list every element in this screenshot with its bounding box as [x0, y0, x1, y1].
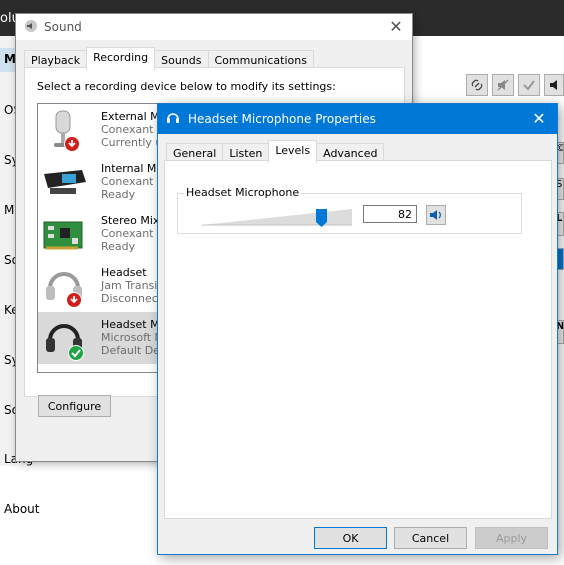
device-driver: Conexant I — [101, 123, 161, 136]
sound-card-icon — [42, 212, 88, 258]
level-value-input[interactable]: 82 — [363, 205, 417, 223]
sound-title: Sound — [44, 20, 82, 34]
level-group: Headset Microphone 82 — [177, 186, 522, 234]
mute-icon[interactable] — [492, 74, 514, 96]
speaker-icon[interactable] — [544, 74, 564, 96]
level-slider-thumb[interactable] — [316, 209, 327, 227]
device-driver: Jam Transit — [101, 279, 162, 292]
device-status: Currently u — [101, 136, 163, 149]
ok-button[interactable]: OK — [314, 527, 387, 549]
properties-titlebar[interactable]: Headset Microphone Properties ✕ — [158, 104, 557, 134]
close-icon[interactable]: ✕ — [529, 109, 549, 128]
device-name: Internal Mi — [101, 162, 160, 175]
tab-levels[interactable]: Levels — [268, 140, 318, 163]
link-icon[interactable] — [466, 74, 488, 96]
speaker-icon[interactable] — [426, 205, 446, 225]
device-status: Ready — [101, 240, 136, 253]
device-name: Headset — [101, 266, 147, 279]
device-driver: Conexant I — [101, 175, 161, 188]
device-status: Disconnect — [101, 292, 163, 305]
sound-titlebar[interactable]: Sound ✕ — [16, 14, 412, 40]
device-name: Headset M — [101, 318, 160, 331]
level-group-label: Headset Microphone — [184, 186, 302, 199]
levels-panel: Headset Microphone 82 — [164, 160, 552, 519]
level-slider[interactable] — [202, 208, 352, 227]
check-icon[interactable] — [518, 74, 540, 96]
headset-disconnected-icon — [42, 264, 88, 310]
device-status: Default De — [101, 344, 160, 357]
external-mic-icon — [42, 108, 88, 154]
configure-button[interactable]: Configure — [38, 395, 111, 417]
device-name: External M — [101, 110, 160, 123]
device-name: Stereo Mix — [101, 214, 160, 227]
settings-nav-about[interactable]: About — [4, 502, 39, 516]
settings-sidebar — [0, 36, 16, 466]
close-icon[interactable]: ✕ — [386, 17, 406, 37]
apply-button[interactable]: Apply — [475, 527, 548, 549]
headset-default-icon — [42, 316, 88, 362]
headset-title-icon — [166, 111, 180, 128]
cancel-button[interactable]: Cancel — [394, 527, 467, 549]
device-driver: Conexant I — [101, 227, 161, 240]
device-driver: Microsoft M — [101, 331, 165, 344]
device-status: Ready — [101, 188, 136, 201]
recording-instruction: Select a recording device below to modif… — [37, 80, 336, 93]
webcam-mic-icon — [42, 160, 88, 206]
level-slider-track — [202, 209, 352, 226]
tab-recording[interactable]: Recording — [86, 47, 156, 70]
sound-app-icon — [24, 19, 38, 36]
properties-dialog: Headset Microphone Properties ✕ General … — [157, 103, 558, 555]
properties-title: Headset Microphone Properties — [188, 112, 376, 126]
